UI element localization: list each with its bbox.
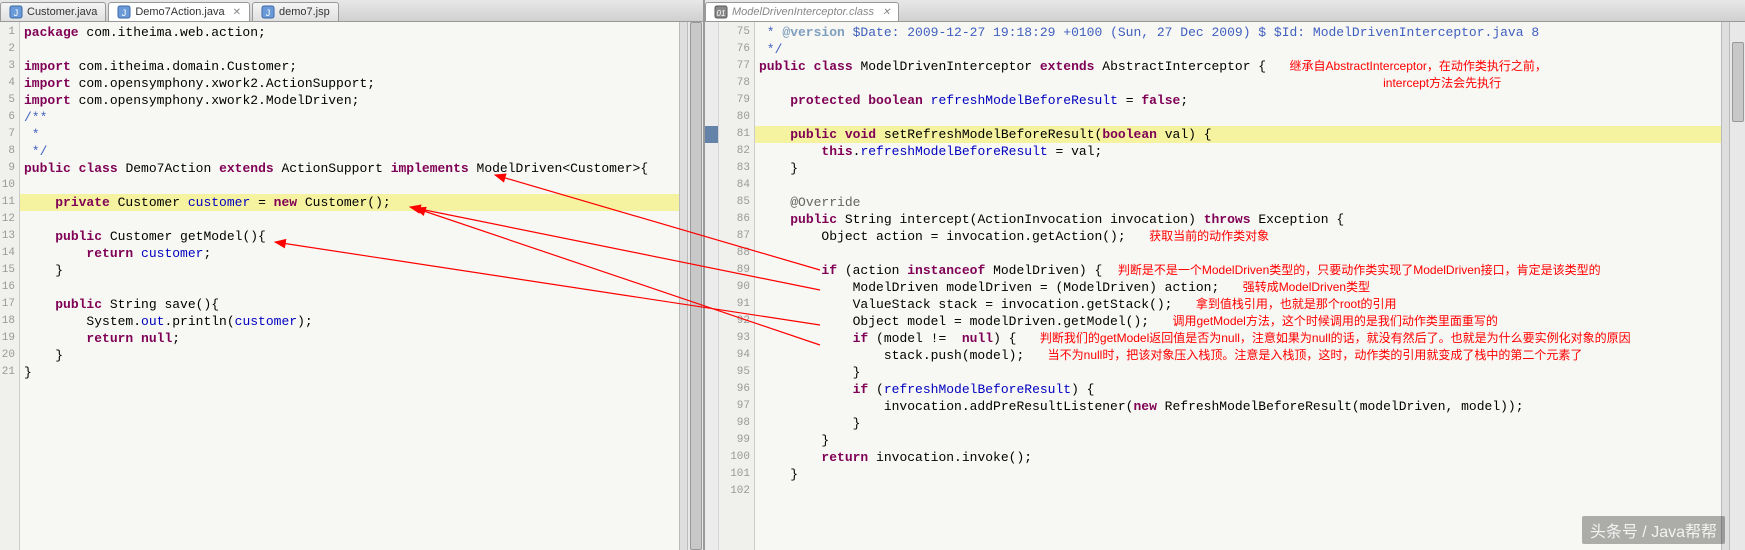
left-scrollbar[interactable] (687, 22, 703, 550)
code-line[interactable]: import com.itheima.domain.Customer; (20, 58, 679, 75)
tab-label: Customer.java (27, 6, 97, 18)
code-line[interactable]: private Customer customer = new Customer… (20, 194, 679, 211)
svg-text:J: J (122, 8, 127, 18)
code-line[interactable] (755, 245, 1721, 262)
ide-window: J Customer.java J Demo7Action.java ✕ Jdemo7.j… (0, 0, 1745, 550)
code-line[interactable]: public Customer getModel(){ (20, 228, 679, 245)
right-tabbar: 01 ModelDrivenInterceptor.class ✕ (705, 0, 1745, 22)
java-file-icon: J (9, 5, 23, 19)
java-file-icon: J (117, 5, 131, 19)
code-line[interactable]: return customer; (20, 245, 679, 262)
code-line[interactable]: Object model = modelDriven.getModel(); 调… (755, 313, 1721, 330)
code-line[interactable]: import com.opensymphony.xwork2.ModelDriv… (20, 92, 679, 109)
class-file-icon: 01 (714, 5, 728, 19)
code-line[interactable]: this.refreshModelBeforeResult = val; (755, 143, 1721, 160)
code-line[interactable]: System.out.println(customer); (20, 313, 679, 330)
left-tabbar: J Customer.java J Demo7Action.java ✕ Jdemo7.j… (0, 0, 703, 22)
code-line[interactable]: public class ModelDrivenInterceptor exte… (755, 58, 1721, 75)
code-line[interactable]: } (20, 347, 679, 364)
code-line[interactable]: } (755, 432, 1721, 449)
code-line[interactable]: invocation.addPreResultListener(new Refr… (755, 398, 1721, 415)
code-line[interactable]: public void setRefreshModelBeforeResult(… (755, 126, 1721, 143)
code-line[interactable]: } (20, 364, 679, 381)
code-line[interactable]: } (755, 364, 1721, 381)
code-line[interactable]: ModelDriven modelDriven = (ModelDriven) … (755, 279, 1721, 296)
scrollbar-thumb[interactable] (1732, 42, 1744, 122)
code-line[interactable] (20, 41, 679, 58)
code-line[interactable]: * @version $Date: 2009-12-27 19:18:29 +0… (755, 24, 1721, 41)
editor-tab[interactable]: J Demo7Action.java ✕ (108, 2, 250, 21)
code-line[interactable]: */ (20, 143, 679, 160)
code-line[interactable] (755, 109, 1721, 126)
code-line[interactable]: if (action instanceof ModelDriven) { 判断是… (755, 262, 1721, 279)
code-line[interactable]: } (755, 415, 1721, 432)
right-editor[interactable]: 7576777879808182838485868788899091929394… (705, 22, 1745, 550)
right-code-area[interactable]: * @version $Date: 2009-12-27 19:18:29 +0… (755, 22, 1721, 550)
code-line[interactable]: if (model != null) { 判断我们的getModel返回值是否为… (755, 330, 1721, 347)
java-file-icon: J (261, 5, 275, 19)
editor-tab[interactable]: J Customer.java (0, 2, 106, 21)
watermark: 头条号 / Java帮帮 (1582, 516, 1725, 544)
right-line-gutter: 7576777879808182838485868788899091929394… (719, 22, 755, 550)
code-line[interactable]: public String intercept(ActionInvocation… (755, 211, 1721, 228)
left-line-gutter: 123456789101112131415161718192021 (0, 22, 20, 550)
code-line[interactable] (20, 279, 679, 296)
tab-label: ModelDrivenInterceptor.class (732, 6, 874, 18)
code-line[interactable]: @Override (755, 194, 1721, 211)
code-line[interactable]: /** (20, 109, 679, 126)
left-code-area[interactable]: package com.itheima.web.action; import c… (20, 22, 679, 550)
right-marker-column (705, 22, 719, 550)
code-line[interactable] (20, 211, 679, 228)
left-editor[interactable]: 123456789101112131415161718192021 packag… (0, 22, 703, 550)
code-line[interactable]: import com.opensymphony.xwork2.ActionSup… (20, 75, 679, 92)
code-line[interactable]: * (20, 126, 679, 143)
close-icon[interactable]: ✕ (882, 7, 890, 18)
editor-tab[interactable]: Jdemo7.jsp (252, 2, 339, 21)
code-line[interactable]: Object action = invocation.getAction(); … (755, 228, 1721, 245)
right-scrollbar[interactable] (1729, 22, 1745, 550)
code-line[interactable]: if (refreshModelBeforeResult) { (755, 381, 1721, 398)
code-line[interactable]: return null; (20, 330, 679, 347)
code-line[interactable]: } (755, 160, 1721, 177)
code-line[interactable]: ValueStack stack = invocation.getStack()… (755, 296, 1721, 313)
svg-text:01: 01 (717, 9, 726, 18)
code-line[interactable]: public String save(){ (20, 296, 679, 313)
code-line[interactable]: } (755, 466, 1721, 483)
code-line[interactable]: stack.push(model); 当不为null时，把该对象压入栈顶。注意是… (755, 347, 1721, 364)
scrollbar-thumb[interactable] (690, 22, 702, 550)
right-overview-ruler[interactable] (1721, 22, 1729, 550)
tab-label: demo7.jsp (279, 6, 330, 18)
svg-text:J: J (266, 8, 271, 18)
code-line[interactable] (755, 177, 1721, 194)
close-icon[interactable]: ✕ (233, 7, 241, 18)
tab-label: Demo7Action.java (135, 6, 224, 18)
code-line[interactable]: package com.itheima.web.action; (20, 24, 679, 41)
left-overview-ruler[interactable] (679, 22, 687, 550)
code-line[interactable]: public class Demo7Action extends ActionS… (20, 160, 679, 177)
code-line[interactable]: intercept方法会先执行 (755, 75, 1721, 92)
code-line[interactable]: protected boolean refreshModelBeforeResu… (755, 92, 1721, 109)
left-editor-pane: J Customer.java J Demo7Action.java ✕ Jdemo7.j… (0, 0, 705, 550)
code-line[interactable]: return invocation.invoke(); (755, 449, 1721, 466)
code-line[interactable]: } (20, 262, 679, 279)
code-line[interactable]: */ (755, 41, 1721, 58)
code-line[interactable] (755, 483, 1721, 500)
editor-tab[interactable]: 01 ModelDrivenInterceptor.class ✕ (705, 2, 899, 21)
code-line[interactable] (20, 177, 679, 194)
svg-text:J: J (14, 8, 19, 18)
right-editor-pane: 01 ModelDrivenInterceptor.class ✕ 75767778… (705, 0, 1745, 550)
